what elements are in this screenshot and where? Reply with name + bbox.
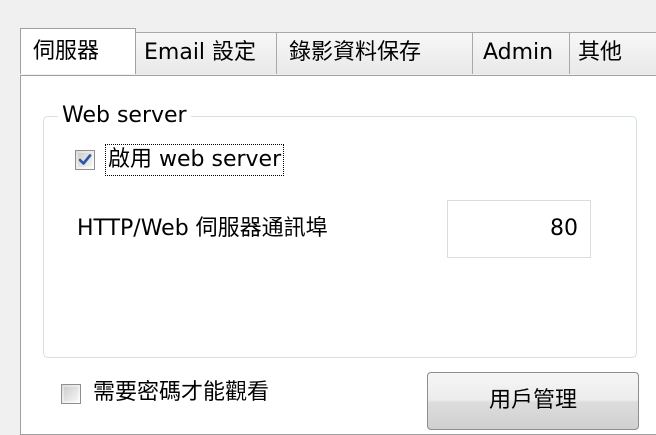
tab-other[interactable]: 其他 xyxy=(569,32,656,74)
tab-server[interactable]: 伺服器 xyxy=(20,28,136,74)
enable-web-server-checkbox[interactable] xyxy=(75,150,95,170)
http-port-field[interactable]: 80 xyxy=(447,200,591,258)
check-icon xyxy=(78,154,92,165)
window-background xyxy=(0,0,656,30)
server-tab-panel: Web server 啟用 web server HTTP/Web 伺服器通訊埠… xyxy=(20,75,656,435)
tab-recording-retention[interactable]: 錄影資料保存 xyxy=(276,32,473,74)
http-port-label: HTTP/Web 伺服器通訊埠 xyxy=(77,216,328,241)
tab-strip: 伺服器 Email 設定 錄影資料保存 Admin 其他 xyxy=(20,28,656,74)
require-password-checkbox[interactable] xyxy=(61,384,81,404)
enable-web-server-label[interactable]: 啟用 web server xyxy=(105,144,285,176)
groupbox-title: Web server xyxy=(58,103,191,129)
tab-admin[interactable]: Admin xyxy=(472,32,570,74)
user-management-button[interactable]: 用戶管理 xyxy=(427,372,639,430)
require-password-label[interactable]: 需要密碼才能觀看 xyxy=(93,378,269,408)
checkbox-inner xyxy=(64,387,78,401)
tab-email-settings[interactable]: Email 設定 xyxy=(135,32,277,74)
